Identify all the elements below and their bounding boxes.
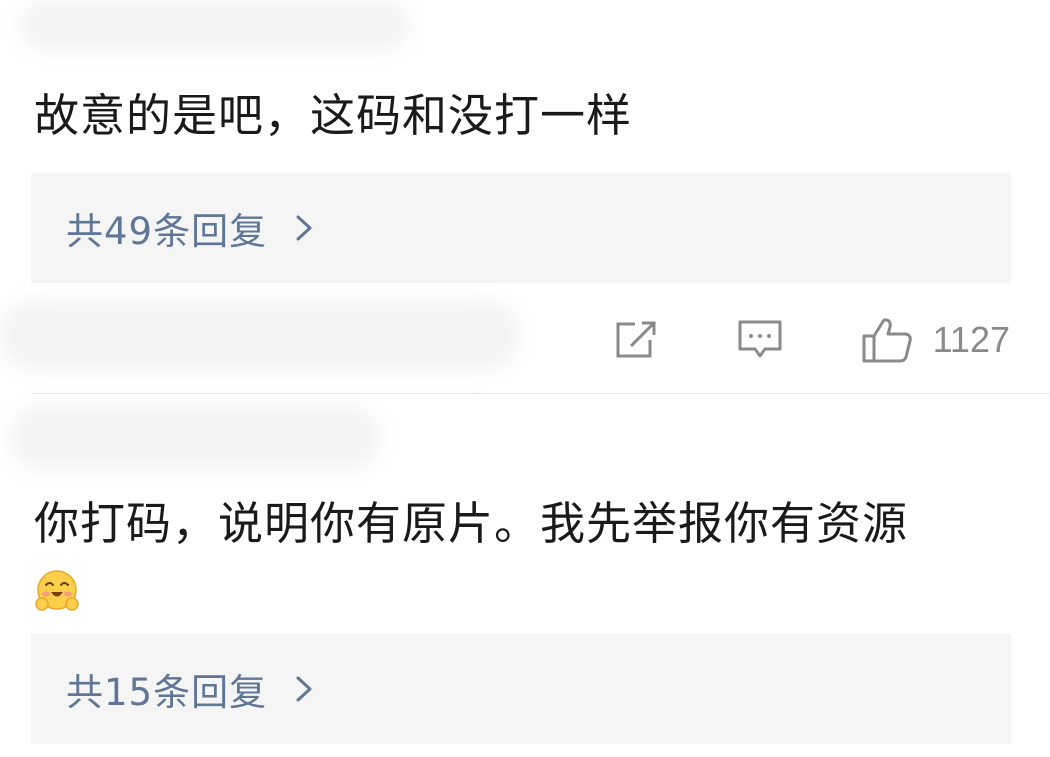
thumbs-up-icon: [862, 318, 912, 363]
comment-feed: 故意的是吧，这码和没打一样 共49条回复 1127 你打码，说明你有原片。我先举…: [0, 0, 1050, 757]
comment-text: 你打码，说明你有原片。我先举报你有资源: [34, 497, 909, 550]
chevron-right-icon: [296, 676, 312, 702]
redacted-timestamp: [0, 300, 520, 370]
divider: [31, 393, 1050, 394]
like-count: 1127: [932, 319, 1010, 360]
view-replies-button[interactable]: 共49条回复: [31, 173, 1011, 283]
laughing-hug-emoji: [35, 570, 79, 611]
redacted-user-header: [20, 0, 410, 50]
share-button[interactable]: [613, 320, 659, 360]
like-button[interactable]: 1127: [861, 316, 1010, 364]
share-icon: [616, 321, 656, 358]
reply-count-label: 共15条回复: [66, 671, 268, 714]
comment-icon: [738, 320, 782, 358]
comment-button[interactable]: [737, 319, 783, 361]
reply-count-label: 共49条回复: [66, 210, 268, 253]
view-replies-button[interactable]: 共15条回复: [31, 634, 1011, 744]
comment-text: 故意的是吧，这码和没打一样: [34, 89, 633, 142]
redacted-user-header: [10, 405, 380, 470]
chevron-right-icon: [296, 215, 312, 241]
comment-action-bar: 1127: [613, 312, 1010, 368]
